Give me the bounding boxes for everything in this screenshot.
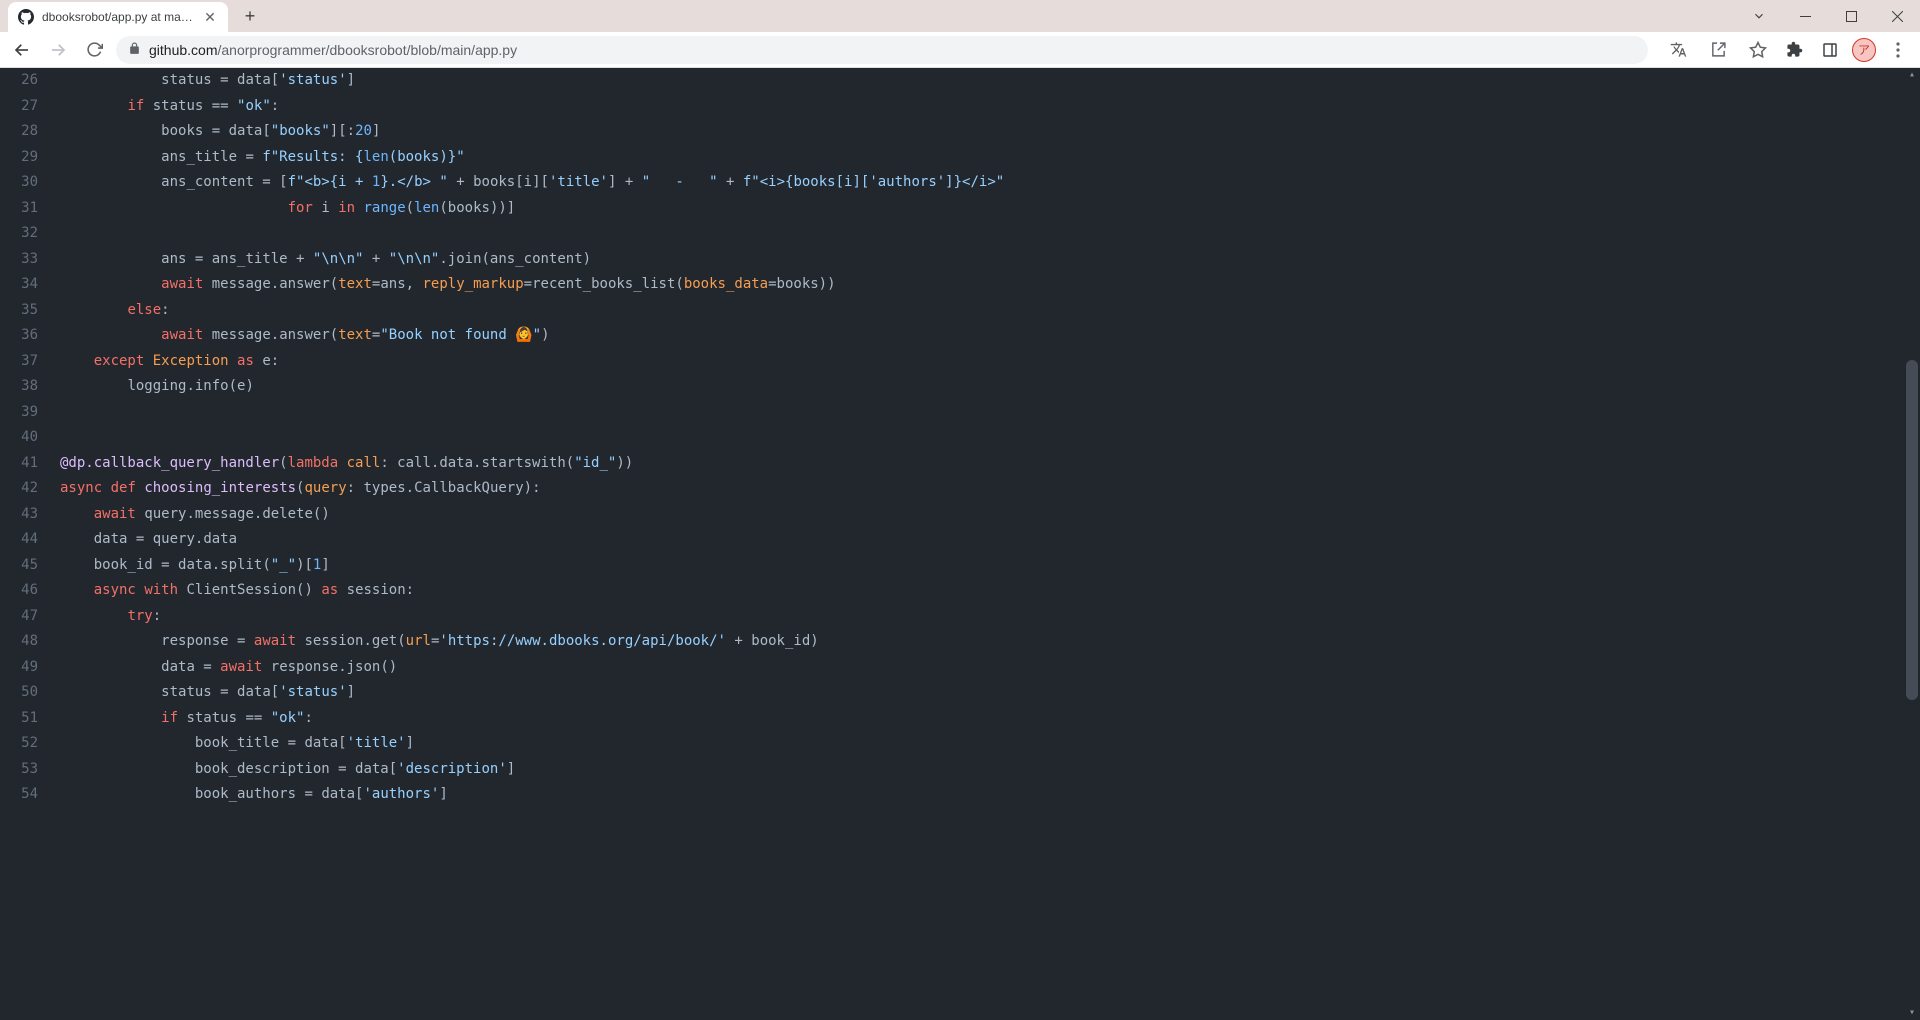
line-number[interactable]: 53 [0,757,38,783]
address-bar[interactable]: github.com/anorprogrammer/dbooksrobot/bl… [116,36,1648,64]
kebab-menu-icon[interactable] [1884,36,1912,64]
vertical-scrollbar[interactable]: ▴ ▾ [1906,68,1918,1020]
line-number[interactable]: 38 [0,374,38,400]
scroll-track[interactable] [1906,82,1918,1006]
scroll-thumb[interactable] [1906,360,1918,700]
code-line: @dp.callback_query_handler(lambda call: … [60,451,1906,477]
address-actions [1664,36,1772,64]
line-number[interactable]: 42 [0,476,38,502]
code-line: books = data["books"][:20] [60,119,1906,145]
browser-toolbar: github.com/anorprogrammer/dbooksrobot/bl… [0,32,1920,68]
line-number[interactable]: 28 [0,119,38,145]
close-icon[interactable]: ✕ [202,9,218,25]
profile-avatar[interactable]: ア [1852,38,1876,62]
line-number[interactable]: 35 [0,298,38,324]
code-content[interactable]: status = data['status'] if status == "ok… [60,68,1906,808]
code-line: async def choosing_interests(query: type… [60,476,1906,502]
line-number[interactable]: 51 [0,706,38,732]
line-number[interactable]: 29 [0,145,38,171]
github-icon [18,9,34,25]
line-number[interactable]: 50 [0,680,38,706]
line-number-gutter: 2627282930313233343536373839404142434445… [0,68,50,808]
line-number[interactable]: 27 [0,94,38,120]
tab-strip: dbooksrobot/app.py at main · an ✕ + [0,0,264,32]
line-number[interactable]: 47 [0,604,38,630]
code-line: response = await session.get(url='https:… [60,629,1906,655]
lock-icon [128,42,141,58]
line-number[interactable]: 26 [0,68,38,94]
code-viewer: 2627282930313233343536373839404142434445… [0,68,1920,1020]
line-number[interactable]: 31 [0,196,38,222]
code-line: book_authors = data['authors'] [60,782,1906,808]
code-line: logging.info(e) [60,374,1906,400]
code-line [60,221,1906,247]
code-line: await message.answer(text="Book not foun… [60,323,1906,349]
code-line: try: [60,604,1906,630]
code-line: ans_content = [f"<b>{i + 1}.</b> " + boo… [60,170,1906,196]
translate-icon[interactable] [1664,36,1692,64]
line-number[interactable]: 33 [0,247,38,273]
tab-search-icon[interactable] [1736,0,1782,32]
code-line: book_description = data['description'] [60,757,1906,783]
reload-button[interactable] [80,36,108,64]
side-panel-icon[interactable] [1816,36,1844,64]
code-line: status = data['status'] [60,68,1906,94]
line-number[interactable]: 30 [0,170,38,196]
code-line: for i in range(len(books))] [60,196,1906,222]
url-text: github.com/anorprogrammer/dbooksrobot/bl… [149,42,517,58]
line-number[interactable]: 54 [0,782,38,808]
line-number[interactable]: 48 [0,629,38,655]
line-number[interactable]: 40 [0,425,38,451]
code-line: book_title = data['title'] [60,731,1906,757]
line-number[interactable]: 41 [0,451,38,477]
scroll-down-arrow[interactable]: ▾ [1906,1006,1918,1020]
line-number[interactable]: 37 [0,349,38,375]
browser-titlebar: dbooksrobot/app.py at main · an ✕ + [0,0,1920,32]
tab-title: dbooksrobot/app.py at main · an [42,10,194,24]
code-line: ans_title = f"Results: {len(books)}" [60,145,1906,171]
line-number[interactable]: 45 [0,553,38,579]
code-line [60,400,1906,426]
code-line: await query.message.delete() [60,502,1906,528]
code-line: async with ClientSession() as session: [60,578,1906,604]
maximize-icon[interactable] [1828,0,1874,32]
minimize-icon[interactable] [1782,0,1828,32]
line-number[interactable]: 34 [0,272,38,298]
code-line: else: [60,298,1906,324]
window-close-icon[interactable] [1874,0,1920,32]
scroll-up-arrow[interactable]: ▴ [1906,68,1918,82]
code-line: data = query.data [60,527,1906,553]
bookmark-icon[interactable] [1744,36,1772,64]
line-number[interactable]: 44 [0,527,38,553]
code-line: book_id = data.split("_")[1] [60,553,1906,579]
browser-tab[interactable]: dbooksrobot/app.py at main · an ✕ [8,2,228,32]
code-line: if status == "ok": [60,94,1906,120]
line-number[interactable]: 36 [0,323,38,349]
line-number[interactable]: 43 [0,502,38,528]
code-line: ans = ans_title + "\n\n" + "\n\n".join(a… [60,247,1906,273]
code-line: except Exception as e: [60,349,1906,375]
code-line: if status == "ok": [60,706,1906,732]
forward-button[interactable] [44,36,72,64]
line-number[interactable]: 52 [0,731,38,757]
line-number[interactable]: 46 [0,578,38,604]
new-tab-button[interactable]: + [236,2,264,30]
line-number[interactable]: 32 [0,221,38,247]
code-line: data = await response.json() [60,655,1906,681]
window-controls [1736,0,1920,32]
line-number[interactable]: 39 [0,400,38,426]
share-icon[interactable] [1704,36,1732,64]
code-line: status = data['status'] [60,680,1906,706]
code-line: await message.answer(text=ans, reply_mar… [60,272,1906,298]
extensions-icon[interactable] [1780,36,1808,64]
back-button[interactable] [8,36,36,64]
line-number[interactable]: 49 [0,655,38,681]
code-line [60,425,1906,451]
